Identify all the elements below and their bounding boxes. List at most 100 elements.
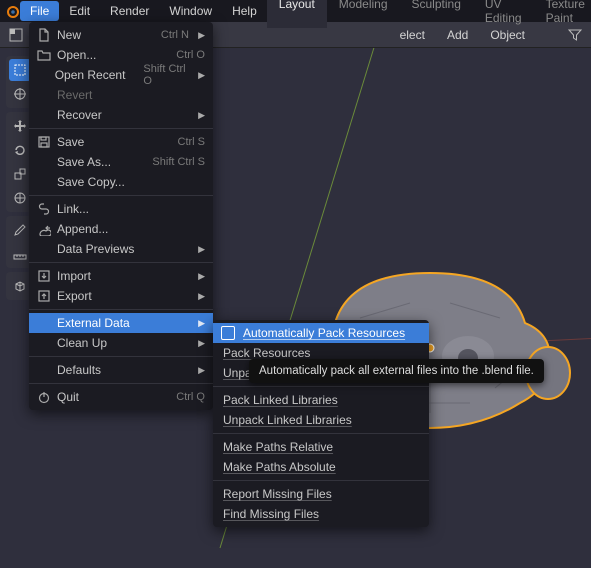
menu-window[interactable]: Window — [159, 1, 222, 21]
tab-modeling[interactable]: Modeling — [327, 0, 400, 28]
tool-measure[interactable] — [9, 243, 31, 265]
menu-render[interactable]: Render — [100, 1, 159, 21]
filter-icon[interactable] — [565, 25, 585, 45]
file-menu-item[interactable]: Export▶ — [29, 286, 213, 306]
file-menu-item[interactable]: Save Copy... — [29, 172, 213, 192]
tool-rotate[interactable] — [9, 139, 31, 161]
menu-item-shortcut: Shift Ctrl S — [152, 156, 205, 168]
file-menu-item[interactable]: NewCtrl N▶ — [29, 25, 213, 45]
menu-item-shortcut: Ctrl N — [161, 29, 189, 41]
submenu-arrow-icon: ▶ — [195, 338, 205, 349]
import-icon — [35, 267, 53, 285]
external-data-item[interactable]: Make Paths Relative — [213, 437, 429, 457]
menu-item-label: Unpack Linked Libraries — [223, 413, 421, 427]
blank-icon — [35, 314, 53, 332]
menu-item-label: Link... — [57, 202, 205, 216]
menu-item-label: Make Paths Relative — [223, 440, 421, 454]
export-icon — [35, 287, 53, 305]
file-menu-item[interactable]: Clean Up ▶ — [29, 333, 213, 353]
menu-item-label: Revert — [57, 88, 205, 102]
menu-item-label: Recover — [57, 108, 189, 122]
file-menu-item[interactable]: QuitCtrl Q — [29, 387, 213, 407]
tab-uv-editing[interactable]: UV Editing — [473, 0, 534, 28]
file-menu-item[interactable]: Data Previews▶ — [29, 239, 213, 259]
new-file-icon — [35, 26, 53, 44]
tool-scale[interactable] — [9, 163, 31, 185]
menu-item-shortcut: Ctrl S — [178, 136, 206, 148]
tool-select-box[interactable] — [9, 59, 31, 81]
menu-item-label: Export — [57, 289, 189, 303]
file-menu-item[interactable]: Save As... Shift Ctrl S — [29, 152, 213, 172]
menu-file[interactable]: File — [20, 1, 59, 21]
tab-sculpting[interactable]: Sculpting — [400, 0, 473, 28]
top-menu-bar: File Edit Render Window Help Layout Mode… — [0, 0, 591, 22]
submenu-arrow-icon: ▶ — [195, 271, 205, 282]
file-menu-item[interactable]: Recover ▶ — [29, 105, 213, 125]
external-data-item[interactable]: Unpack Linked Libraries — [213, 410, 429, 430]
menu-item-label: Pack Resources — [223, 346, 421, 360]
header-select[interactable]: elect — [392, 26, 433, 44]
blank-icon — [35, 173, 53, 191]
menu-item-label: Clean Up — [57, 336, 189, 350]
external-data-submenu: Automatically Pack Resources Pack Resourc… — [213, 320, 429, 527]
menu-item-label: Report Missing Files — [223, 487, 421, 501]
tool-transform[interactable] — [9, 187, 31, 209]
menu-item-label: Quit — [57, 390, 158, 404]
crescent-icon[interactable] — [539, 25, 559, 45]
external-data-item[interactable]: Pack Linked Libraries — [213, 390, 429, 410]
blank-icon — [35, 153, 53, 171]
tool-annotate[interactable] — [9, 219, 31, 241]
tooltip: Automatically pack all external files in… — [249, 359, 544, 383]
file-menu-item[interactable]: SaveCtrl S — [29, 132, 213, 152]
tool-cursor[interactable] — [9, 83, 31, 105]
menu-item-label: Make Paths Absolute — [223, 460, 421, 474]
editor-type-icon[interactable] — [6, 25, 26, 45]
external-data-item[interactable]: Find Missing Files — [213, 504, 429, 524]
menu-item-label: Data Previews — [57, 242, 189, 256]
menu-edit[interactable]: Edit — [59, 1, 100, 21]
external-data-item[interactable]: Make Paths Absolute — [213, 457, 429, 477]
menu-item-label: Pack Linked Libraries — [223, 393, 421, 407]
menu-item-label: Save As... — [57, 155, 134, 169]
file-menu-item[interactable]: External Data ▶ — [29, 313, 213, 333]
file-menu-item[interactable]: Link... — [29, 199, 213, 219]
external-data-item[interactable]: Report Missing Files — [213, 484, 429, 504]
file-menu-item[interactable]: Open... Ctrl O — [29, 45, 213, 65]
submenu-arrow-icon: ▶ — [195, 365, 205, 376]
submenu-arrow-icon: ▶ — [196, 70, 205, 81]
blank-icon — [35, 240, 53, 258]
menu-item-label: Save Copy... — [57, 175, 205, 189]
menu-item-label: Defaults — [57, 363, 189, 377]
submenu-arrow-icon: ▶ — [195, 110, 205, 121]
blank-icon — [35, 361, 53, 379]
menu-item-label: Import — [57, 269, 189, 283]
blank-icon — [35, 334, 53, 352]
menu-item-label: External Data — [57, 316, 189, 330]
menu-item-label: Open Recent — [55, 68, 126, 82]
submenu-arrow-icon: ▶ — [195, 30, 205, 41]
menu-item-shortcut: Ctrl O — [176, 49, 205, 61]
file-menu-item[interactable]: Import ▶ — [29, 266, 213, 286]
file-menu-item[interactable]: Open Recent Shift Ctrl O ▶ — [29, 65, 213, 85]
menu-item-shortcut: Shift Ctrl O — [143, 63, 190, 87]
submenu-arrow-icon: ▶ — [195, 318, 205, 329]
blank-icon — [35, 66, 51, 84]
tool-move[interactable] — [9, 115, 31, 137]
tab-layout[interactable]: Layout — [267, 0, 327, 28]
save-icon — [35, 133, 53, 151]
blank-icon — [35, 106, 53, 124]
file-menu-item[interactable]: Append... — [29, 219, 213, 239]
tool-add-cube[interactable] — [9, 275, 31, 297]
menu-help[interactable]: Help — [222, 1, 267, 21]
menu-item-label: Append... — [57, 222, 205, 236]
menu-item-label: Automatically Pack Resources — [243, 326, 421, 340]
file-menu-item[interactable]: Revert — [29, 85, 213, 105]
external-data-item[interactable]: Automatically Pack Resources — [213, 323, 429, 343]
file-dropdown-menu: NewCtrl N▶Open...Ctrl OOpen RecentShift … — [29, 22, 213, 410]
header-object[interactable]: Object — [482, 26, 533, 44]
top-menu: File Edit Render Window Help — [20, 1, 267, 21]
blender-logo-icon — [4, 1, 20, 21]
menu-item-label: Open... — [57, 48, 158, 62]
header-add[interactable]: Add — [439, 26, 476, 44]
file-menu-item[interactable]: Defaults ▶ — [29, 360, 213, 380]
